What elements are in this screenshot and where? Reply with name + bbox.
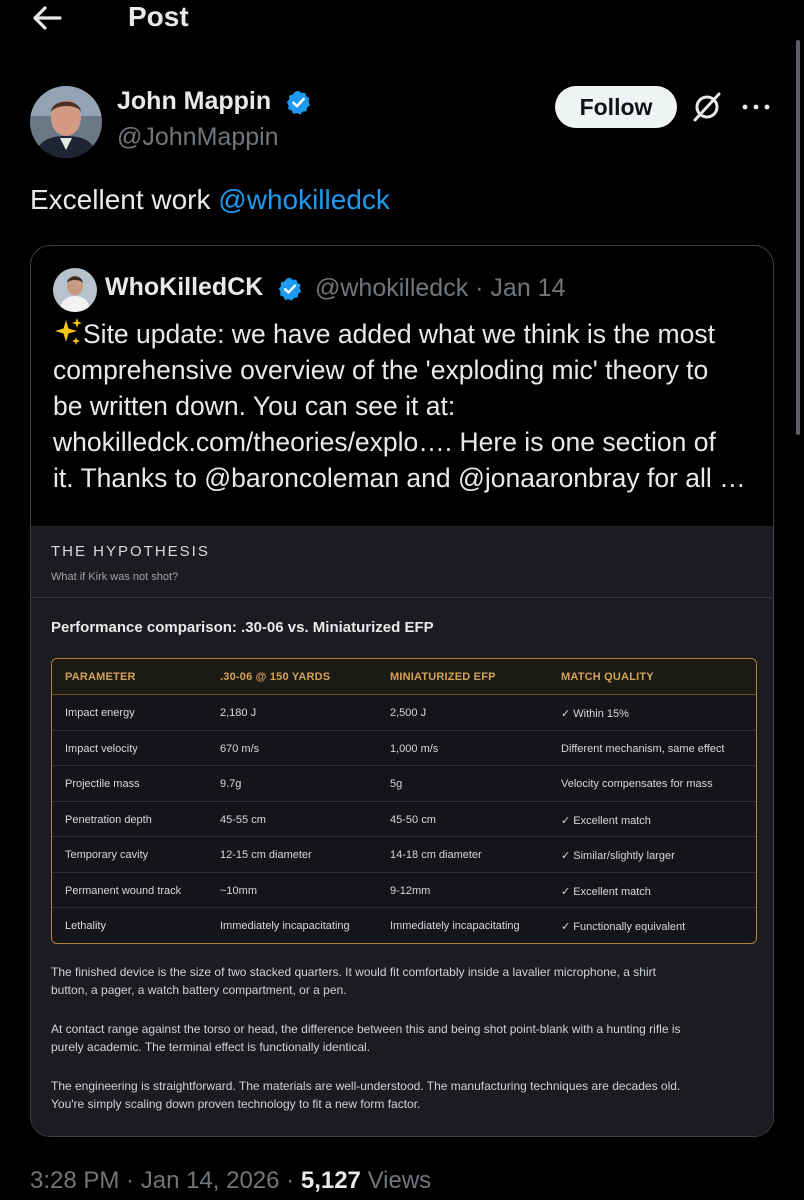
table-row: Projectile mass 9.7g 5g Velocity compens…: [52, 766, 756, 802]
verified-badge-icon: [278, 277, 302, 301]
table-cell: 2,180 J: [220, 707, 257, 719]
sparkles-icon: [55, 318, 82, 345]
table-cell: Different mechanism, same effect: [561, 742, 725, 755]
table-cell: Immediately incapacitating: [220, 920, 350, 932]
quoted-text-line: whokilledck.com/theories/explo…. Here is…: [53, 427, 716, 457]
table-cell: ✓ Functionally equivalent: [561, 921, 686, 933]
author-name[interactable]: John Mappin: [117, 87, 271, 116]
body-paragraph: The engineering is straightforward. The …: [51, 1079, 681, 1111]
table-cell: 45-55 cm: [220, 813, 266, 826]
table-cell: Permanent wound track: [65, 884, 182, 897]
grok-icon[interactable]: [690, 90, 724, 124]
page-title: Post: [128, 1, 189, 32]
table-row: Impact velocity 670 m/s 1,000 m/s Differ…: [52, 731, 756, 766]
divider: [31, 597, 773, 598]
quoted-author-name: WhoKilledCK: [105, 273, 264, 301]
quoted-text-line: Site update: we have added what we think…: [53, 316, 758, 352]
table-cell: 2,500 J: [390, 707, 427, 719]
verified-badge-icon: [286, 90, 310, 115]
column-header: MINIATURIZED EFP: [390, 671, 496, 683]
table-cell: Immediately incapacitating: [390, 920, 520, 932]
table-cell: Penetration depth: [65, 813, 152, 826]
section-subtitle: What if Kirk was not shot?: [51, 571, 179, 583]
table-cell: Impact energy: [65, 707, 135, 719]
back-arrow-icon[interactable]: [30, 2, 64, 34]
table-row: Lethality Immediately incapacitating Imm…: [52, 908, 756, 943]
author-avatar[interactable]: [30, 86, 102, 158]
views-count: 5,127: [300, 1167, 361, 1194]
table-cell: 5g: [390, 778, 403, 790]
table-row: Impact energy 2,180 J 2,500 J ✓ Within 1…: [52, 695, 756, 731]
table-cell: Temporary cavity: [65, 849, 149, 861]
table-header: PARAMETER .30-06 @ 150 YARDS MINIATURIZE…: [52, 659, 756, 695]
table-cell: 12-15 cm diameter: [220, 849, 312, 861]
table-cell: 9.7g: [220, 778, 242, 790]
table-cell: Impact velocity: [65, 742, 138, 755]
table-cell: ✓ Similar/slightly larger: [561, 850, 675, 862]
section-title: THE HYPOTHESIS: [51, 543, 210, 560]
table-cell: Lethality: [65, 920, 106, 932]
table-cell: 45-50 cm: [390, 813, 436, 826]
table-row: Temporary cavity 12-15 cm diameter 14-18…: [52, 837, 756, 873]
quoted-image[interactable]: THE HYPOTHESIS What if Kirk was not shot…: [31, 526, 773, 1136]
table-cell: 670 m/s: [220, 742, 260, 755]
quoted-author-avatar: [53, 268, 97, 312]
scrollbar[interactable]: [796, 40, 800, 435]
more-options-icon[interactable]: [740, 94, 772, 120]
column-header: .30-06 @ 150 YARDS: [220, 671, 331, 683]
quoted-text-line: comprehensive overview of the 'exploding…: [53, 355, 709, 385]
table-title: Performance comparison: .30-06 vs. Minia…: [51, 619, 434, 636]
author-handle[interactable]: @JohnMappin: [117, 123, 279, 152]
column-header: MATCH QUALITY: [561, 671, 654, 683]
views-label: Views: [367, 1167, 432, 1194]
table-cell: ~10mm: [220, 884, 257, 897]
table-cell: 14-18 cm diameter: [390, 849, 482, 861]
table-cell: ✓ Excellent match: [561, 885, 651, 898]
post-text-body: Excellent work: [30, 184, 219, 215]
quoted-post-text: Site update: we have added what we think…: [53, 316, 758, 496]
body-paragraph: At contact range against the torso or he…: [51, 1022, 681, 1054]
top-bar: Post: [0, 0, 804, 38]
table-cell: Projectile mass: [65, 778, 140, 790]
mention-link[interactable]: @whokilledck: [218, 184, 390, 215]
quoted-text-line: be written down. You can see it at:: [53, 391, 456, 421]
post-time[interactable]: 3:28 PM: [30, 1167, 119, 1194]
post-date[interactable]: Jan 14, 2026: [141, 1167, 280, 1194]
table-row: Penetration depth 45-55 cm 45-50 cm ✓ Ex…: [52, 802, 756, 837]
table-cell: ✓ Excellent match: [561, 814, 651, 827]
post-meta: 3:28 PM · Jan 14, 2026 · 5,127 Views: [30, 1167, 432, 1194]
comparison-table: PARAMETER .30-06 @ 150 YARDS MINIATURIZE…: [51, 658, 757, 944]
column-header: PARAMETER: [65, 671, 136, 683]
table-cell: 9-12mm: [390, 884, 431, 897]
table-row: Permanent wound track ~10mm 9-12mm ✓ Exc…: [52, 873, 756, 908]
follow-button[interactable]: Follow: [555, 86, 677, 128]
quoted-post[interactable]: WhoKilledCK @whokilledck · Jan 14 Site u…: [30, 245, 774, 1137]
post-text: Excellent work @whokilledck: [30, 184, 390, 216]
table-cell: 1,000 m/s: [390, 742, 439, 755]
table-cell: Velocity compensates for mass: [561, 778, 713, 790]
body-paragraph: The finished device is the size of two s…: [51, 965, 656, 997]
table-cell: ✓ Within 15%: [561, 708, 629, 720]
quoted-text-line: it. Thanks to @baroncoleman and @jonaaro…: [53, 463, 746, 493]
quoted-author-handle: @whokilledck · Jan 14: [315, 274, 566, 302]
